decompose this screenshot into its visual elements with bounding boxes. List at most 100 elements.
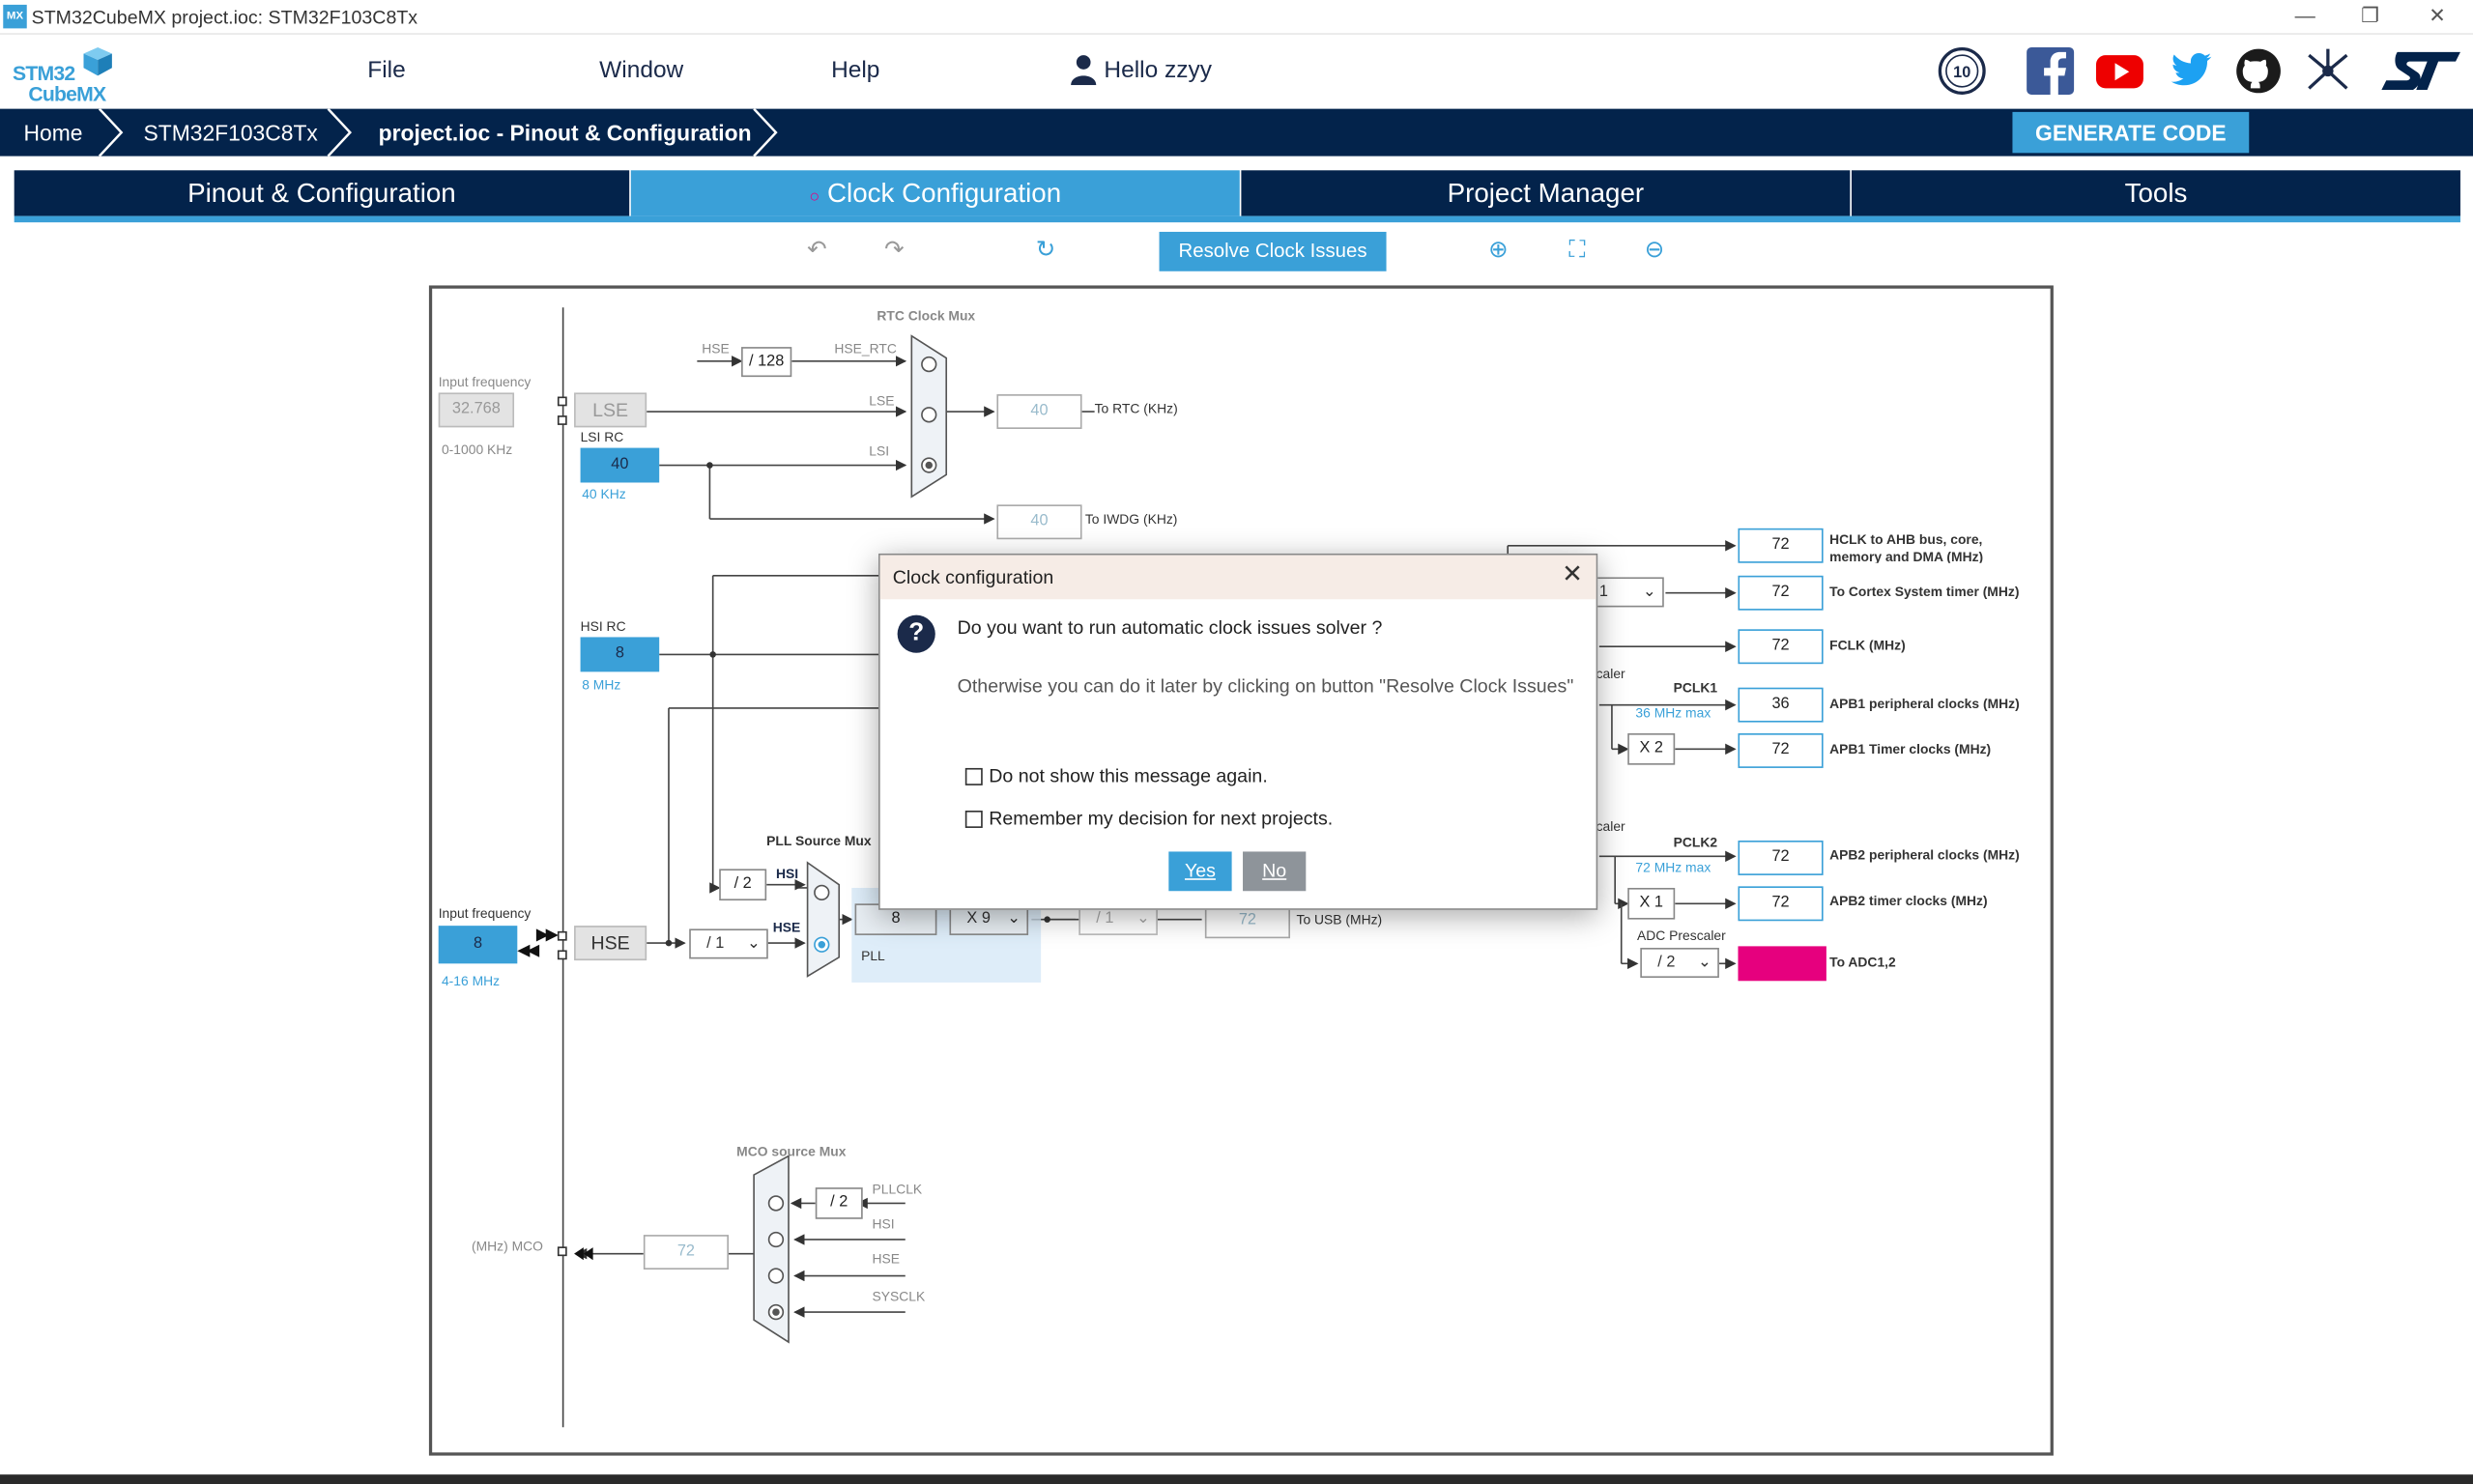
div128-box: / 128 — [741, 347, 792, 378]
bottom-edge — [0, 1474, 2473, 1484]
hse-box[interactable]: HSE — [574, 926, 647, 961]
apb1-timer-output-label: APB1 Timer clocks (MHz) — [1829, 741, 1992, 757]
cube-icon — [83, 46, 112, 76]
anniversary-10-icon[interactable]: 10 — [1937, 45, 1987, 96]
cortex-timer-output-label: To Cortex System timer (MHz) — [1829, 583, 2020, 600]
hse-prediv-select[interactable]: / 1 ⌄ — [689, 928, 768, 959]
hsi-value-box[interactable]: 8 — [580, 637, 660, 672]
menu-window[interactable]: Window — [599, 57, 683, 84]
st-logo-icon[interactable] — [2375, 45, 2463, 96]
mco-mux-label: MCO source Mux — [736, 1143, 847, 1159]
mco-value-box: 72 — [643, 1235, 729, 1270]
chevron-down-icon: ⌄ — [746, 934, 761, 953]
apb2-timer-output-label: APB2 timer clocks (MHz) — [1829, 892, 1988, 909]
breadcrumb-home[interactable]: Home — [23, 109, 82, 157]
apb1-timer-value-box: 72 — [1738, 733, 1824, 768]
usb-prescaler-value: / 1 — [1096, 909, 1114, 928]
hsi-rc-label: HSI RC — [580, 617, 626, 635]
youtube-icon[interactable] — [2094, 45, 2144, 96]
tab-project-manager[interactable]: Project Manager — [1241, 170, 1851, 216]
hse-rtc-label: HSE_RTC — [834, 340, 897, 357]
tab-pinout-configuration[interactable]: Pinout & Configuration — [14, 170, 630, 216]
apb2-timer-multiplier-box: X 1 — [1627, 887, 1676, 920]
restore-icon[interactable]: ❐ — [2361, 3, 2379, 28]
clock-configuration-dialog: Clock configuration ✕ ? Do you want to r… — [878, 553, 1598, 910]
rtc-output-label: To RTC (KHz) — [1094, 400, 1178, 416]
adc-output-label: To ADC1,2 — [1829, 954, 1896, 970]
network-icon[interactable] — [2303, 45, 2353, 96]
generate-code-button[interactable]: GENERATE CODE — [2012, 111, 2250, 154]
apb2-peripheral-value-box: 72 — [1738, 841, 1824, 875]
chevron-down-icon: ⌄ — [1642, 583, 1656, 601]
do-not-show-label[interactable]: Do not show this message again. — [989, 765, 1267, 787]
pll-mul-value: X 9 — [966, 909, 991, 928]
lse-range-label: 0-1000 KHz — [441, 442, 513, 458]
zoom-out-icon[interactable]: ⊖ — [1640, 237, 1668, 265]
lsi-value-box[interactable]: 40 — [580, 447, 660, 483]
tab-modified-marker-icon: ○ — [809, 187, 820, 207]
apb1-prescaler-label: caler — [1596, 665, 1625, 682]
menu-help[interactable]: Help — [831, 57, 879, 84]
cortex-timer-divider-select[interactable]: 1 ⌄ — [1591, 577, 1664, 608]
hse-input-field[interactable]: 8 — [438, 926, 518, 964]
iwdg-output-label: To IWDG (KHz) — [1084, 510, 1178, 528]
pll-hsi-label: HSI — [775, 866, 799, 882]
lsi-frequency-label: 40 KHz — [582, 485, 626, 502]
hsi-div2-box: / 2 — [719, 869, 767, 901]
github-icon[interactable] — [2233, 45, 2284, 96]
user-greeting-text: Hello zzyy — [1104, 55, 1212, 83]
adc-prescaler-label: ADC Prescaler — [1637, 927, 1726, 944]
remember-decision-label[interactable]: Remember my decision for next projects. — [989, 808, 1333, 830]
tab-underline — [14, 215, 2460, 223]
pclk1-max-label: 36 MHz max — [1635, 704, 1711, 721]
menu-file[interactable]: File — [367, 57, 405, 84]
resolve-clock-issues-button[interactable]: Resolve Clock Issues — [1159, 231, 1387, 271]
fclk-output-label: FCLK (MHz) — [1829, 637, 1906, 653]
apb1-timer-multiplier-box: X 2 — [1627, 733, 1676, 765]
fit-icon[interactable]: ⛶ — [1563, 237, 1591, 265]
tab-tools[interactable]: Tools — [1851, 170, 2460, 216]
undo-icon[interactable]: ↶ — [803, 237, 831, 265]
hse-prediv-value: / 1 — [706, 934, 725, 953]
no-button[interactable]: No — [1243, 851, 1307, 892]
pclk2-max-label: 72 MHz max — [1635, 859, 1711, 875]
apb1-peripheral-value-box: 36 — [1738, 687, 1824, 723]
usb-output-label: To USB (MHz) — [1296, 911, 1383, 928]
dialog-question: Do you want to run automatic clock issue… — [957, 616, 1383, 640]
dialog-title: Clock configuration — [892, 565, 1054, 588]
window-title: STM32CubeMX project.ioc: STM32F103C8Tx — [31, 6, 418, 29]
rtc-mux-label: RTC Clock Mux — [877, 307, 976, 324]
breadcrumb: Home STM32F103C8Tx project.ioc - Pinout … — [0, 108, 2473, 157]
refresh-icon[interactable]: ↻ — [1031, 237, 1059, 265]
redo-icon[interactable]: ↷ — [880, 237, 908, 265]
hse-input-frequency-label: Input frequency — [438, 904, 532, 922]
breadcrumb-chevron-icon — [327, 108, 352, 157]
mco-output-label: (MHz) MCO — [471, 1238, 543, 1254]
zoom-in-icon[interactable]: ⊕ — [1484, 237, 1512, 265]
adc-prescaler-select[interactable]: / 2 ⌄ — [1640, 948, 1719, 979]
remember-decision-checkbox[interactable] — [964, 811, 983, 828]
minimize-icon[interactable]: — — [2295, 3, 2315, 26]
rtc-lsi-label: LSI — [869, 442, 890, 459]
dialog-close-icon[interactable]: ✕ — [1558, 561, 1586, 589]
mco-pllclk-label: PLLCLK — [872, 1181, 923, 1197]
facebook-icon[interactable] — [2026, 45, 2076, 96]
close-window-icon[interactable]: ✕ — [2429, 3, 2446, 28]
adc-value-box: 36 — [1738, 946, 1826, 982]
pll-hse-label: HSE — [772, 919, 801, 935]
window-title-bar: MX STM32CubeMX project.ioc: STM32F103C8T… — [0, 0, 2473, 35]
lse-input-field[interactable]: 32.768 — [438, 392, 515, 428]
twitter-icon[interactable] — [2164, 45, 2214, 96]
pclk1-label: PCLK1 — [1673, 679, 1718, 696]
do-not-show-checkbox[interactable] — [964, 767, 983, 785]
breadcrumb-device[interactable]: STM32F103C8Tx — [144, 109, 318, 157]
hsi-frequency-label: 8 MHz — [582, 676, 621, 693]
yes-button[interactable]: Yes — [1168, 851, 1232, 892]
rtc-hse-label: HSE — [702, 340, 730, 357]
fclk-value-box: 72 — [1738, 629, 1824, 665]
tab-clock-configuration[interactable]: ○ Clock Configuration — [630, 170, 1240, 216]
rtc-lse-label: LSE — [869, 392, 895, 409]
lse-box[interactable]: LSE — [574, 392, 647, 428]
user-greeting[interactable]: Hello zzyy — [1070, 53, 1212, 86]
breadcrumb-project[interactable]: project.ioc - Pinout & Configuration — [379, 109, 752, 157]
